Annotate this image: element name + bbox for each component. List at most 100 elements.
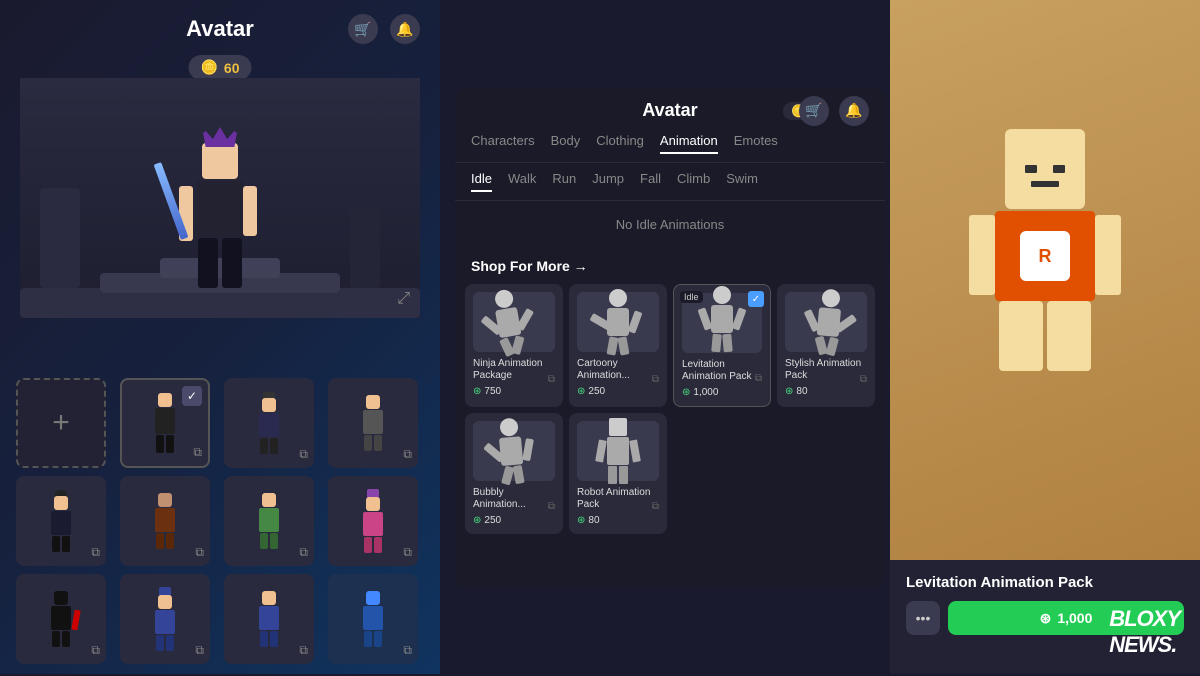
anim-tab-idle[interactable]: Idle xyxy=(471,171,492,192)
roblox-logo: R xyxy=(1020,231,1070,281)
char-cell-6[interactable]: ⧉ xyxy=(224,476,314,566)
char-cell-2[interactable]: ⧉ xyxy=(224,378,314,468)
roblox-torso-row: R xyxy=(969,211,1121,301)
char-10-figure xyxy=(259,591,279,647)
price-ninja: 750 xyxy=(484,386,501,397)
char-cell-11[interactable]: ⧉ xyxy=(328,574,418,664)
roblox-arm-right xyxy=(1095,215,1121,295)
shop-item-price-bubbly: ⊛ 250 xyxy=(473,515,555,526)
char-leg-right xyxy=(222,238,242,288)
add-icon: + xyxy=(52,406,70,440)
center-tab-characters[interactable]: Characters xyxy=(471,133,535,154)
selected-check: ✓ xyxy=(182,386,202,406)
bubbly-figure xyxy=(487,416,535,485)
roblox-eye-left xyxy=(1025,165,1037,173)
center-header-icons: 🛒 🔔 xyxy=(799,96,869,126)
robux-icon-levitation: ⊛ xyxy=(682,387,690,398)
left-panel: Avatar 🛒 🔔 🪙 60 xyxy=(0,0,440,674)
copy-icon-1: ⧉ xyxy=(193,445,202,460)
copy-icon-8: ⧉ xyxy=(91,643,100,658)
expand-icon[interactable]: ⤢ xyxy=(397,290,410,308)
shop-item-img-stylish xyxy=(785,292,867,352)
char-arm-right xyxy=(243,186,257,236)
cartoony-figure xyxy=(597,289,639,355)
char-body xyxy=(197,181,243,236)
shop-item-cartoony[interactable]: Cartoony Animation... ⊛ 250 ⧉ xyxy=(569,284,667,407)
header-icons: 🛒 🔔 xyxy=(348,14,420,44)
center-title: Avatar xyxy=(642,100,697,121)
copy-icon-3: ⧉ xyxy=(403,447,412,462)
roblox-eye-right xyxy=(1053,165,1065,173)
shop-header[interactable]: Shop For More → xyxy=(455,248,885,284)
shop-item-ninja[interactable]: Ninja Animation Package ⊛ 750 ⧉ xyxy=(465,284,563,407)
cart-icon[interactable]: 🛒 xyxy=(348,14,378,44)
left-header: Avatar 🛒 🔔 xyxy=(0,0,440,58)
char-cell-5[interactable]: ⧉ xyxy=(120,476,210,566)
avatar-character xyxy=(197,127,243,288)
dots-button[interactable]: ••• xyxy=(906,601,940,635)
price-levitation: 1,000 xyxy=(693,387,718,398)
anim-tab-walk[interactable]: Walk xyxy=(508,171,536,192)
anim-tab-run[interactable]: Run xyxy=(552,171,576,192)
char-cell-9[interactable]: ⧉ xyxy=(120,574,210,664)
char-3-figure xyxy=(363,395,383,451)
center-tab-emotes[interactable]: Emotes xyxy=(734,133,778,154)
copy-icon-9: ⧉ xyxy=(195,643,204,658)
copy-icon-5: ⧉ xyxy=(195,545,204,560)
shop-item-img-robot xyxy=(577,421,659,481)
news-text: NEWS. xyxy=(1109,632,1176,657)
shop-item-name-bubbly: Bubbly Animation... xyxy=(473,487,555,511)
shop-item-bubbly[interactable]: Bubbly Animation... ⊛ 250 ⧉ xyxy=(465,413,563,534)
char-leg-left xyxy=(198,238,218,288)
copy-icon-10: ⧉ xyxy=(299,643,308,658)
price-robot: 80 xyxy=(588,515,599,526)
avatar-scene: ⤢ xyxy=(20,78,420,318)
bloxy-news-logo: BLOXY NEWS. xyxy=(1109,606,1180,658)
selected-check-levitation: ✓ xyxy=(748,291,764,307)
no-anim-text: No Idle Animations xyxy=(455,201,885,248)
shop-item-robot[interactable]: Robot Animation Pack ⊛ 80 ⧉ xyxy=(569,413,667,534)
char-cell-3[interactable]: ⧉ xyxy=(328,378,418,468)
buy-price: 1,000 xyxy=(1057,610,1092,626)
price-cartoony: 250 xyxy=(588,386,605,397)
anim-tab-fall[interactable]: Fall xyxy=(640,171,661,192)
copy-icon-7: ⧉ xyxy=(403,545,412,560)
char-cell-4[interactable]: ⧉ xyxy=(16,476,106,566)
center-panel: Avatar 🪙 0 🛒 🔔 Characters Body Clothing … xyxy=(455,88,885,588)
bell-icon[interactable]: 🔔 xyxy=(390,14,420,44)
char-legs xyxy=(198,238,242,288)
anim-tab-swim[interactable]: Swim xyxy=(726,171,758,192)
copy-icon-6: ⧉ xyxy=(299,545,308,560)
char-cell-8[interactable]: ⧉ xyxy=(16,574,106,664)
robux-icon-bubbly: ⊛ xyxy=(473,515,481,526)
coin-icon: 🪙 xyxy=(200,59,217,76)
anim-tab-jump[interactable]: Jump xyxy=(592,171,624,192)
center-tab-clothing[interactable]: Clothing xyxy=(596,133,644,154)
item-copy-cartoony: ⧉ xyxy=(652,374,659,385)
roblox-eyes xyxy=(1025,165,1065,173)
add-character-cell[interactable]: + xyxy=(16,378,106,468)
shop-item-price-stylish: ⊛ 80 xyxy=(785,386,867,397)
char-cell-7[interactable]: ⧉ xyxy=(328,476,418,566)
item-copy-levitation: ⧉ xyxy=(755,373,762,384)
char-cell-10[interactable]: ⧉ xyxy=(224,574,314,664)
center-bell-icon[interactable]: 🔔 xyxy=(839,96,869,126)
item-copy-robot: ⧉ xyxy=(652,501,659,512)
robux-buy-icon: ⊛ xyxy=(1040,610,1052,627)
shop-item-img-cartoony xyxy=(577,292,659,352)
shop-item-levitation[interactable]: Idle ✓ Levitation Animation Pack ⊛ 1,000 xyxy=(673,284,771,407)
ninja-figure xyxy=(482,286,535,358)
right-panel: R xyxy=(890,0,1200,560)
roblox-leg-right xyxy=(1047,301,1091,371)
center-cart-icon[interactable]: 🛒 xyxy=(799,96,829,126)
shop-item-stylish[interactable]: Stylish Animation Pack ⊛ 80 ⧉ xyxy=(777,284,875,407)
copy-icon-4: ⧉ xyxy=(91,545,100,560)
left-title: Avatar xyxy=(186,16,254,42)
center-tab-animation[interactable]: Animation xyxy=(660,133,718,154)
shop-item-name-cartoony: Cartoony Animation... xyxy=(577,358,659,382)
anim-tab-climb[interactable]: Climb xyxy=(677,171,710,192)
char-cell-1[interactable]: ✓ ⧉ xyxy=(120,378,210,468)
copy-icon-11: ⧉ xyxy=(403,643,412,658)
center-tab-body[interactable]: Body xyxy=(551,133,581,154)
robux-icon-ninja: ⊛ xyxy=(473,386,481,397)
